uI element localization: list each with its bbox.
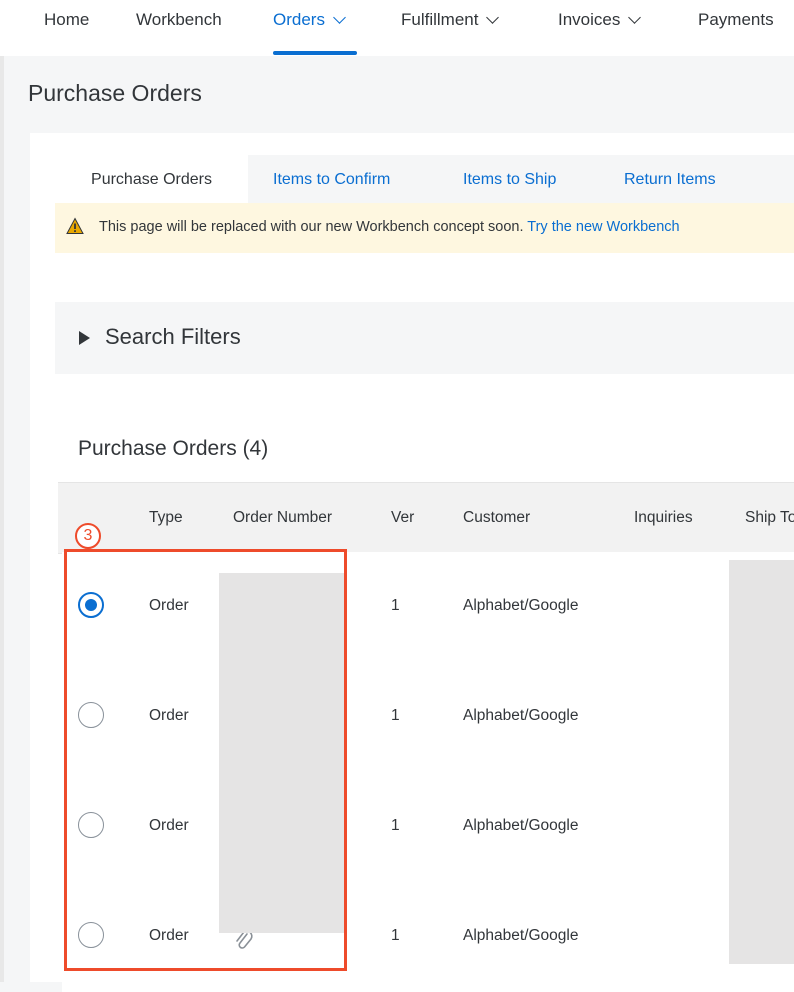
- page-title: Purchase Orders: [28, 80, 202, 106]
- order-version: 1: [391, 707, 400, 724]
- orders-list-title: Purchase Orders (4): [78, 437, 269, 460]
- warning-icon: [66, 217, 84, 234]
- tab-purchase-orders[interactable]: Purchase Orders: [55, 155, 248, 203]
- nav-label: Orders: [273, 10, 325, 29]
- try-new-workbench-link[interactable]: Try the new Workbench: [527, 219, 679, 235]
- nav-label: Workbench: [136, 10, 222, 29]
- order-version: 1: [391, 597, 400, 614]
- nav-item-orders[interactable]: Orders: [273, 10, 346, 30]
- redacted-ship-to: [729, 560, 794, 964]
- column-header-ship-to[interactable]: Ship To: [745, 509, 794, 527]
- order-customer: Alphabet/Google: [463, 927, 579, 944]
- table-header: Type Order Number Ver Customer Inquiries…: [58, 482, 794, 554]
- nav-item-invoices[interactable]: Invoices: [558, 10, 642, 30]
- order-customer: Alphabet/Google: [463, 817, 579, 834]
- tab-items-to-ship[interactable]: Items to Ship: [463, 155, 556, 203]
- top-navigation: Home Workbench Orders Fulfillment Invoic…: [0, 0, 794, 56]
- column-header-ver[interactable]: Ver: [391, 509, 414, 527]
- active-nav-indicator: [273, 51, 357, 55]
- tab-items-to-confirm[interactable]: Items to Confirm: [273, 155, 390, 203]
- chevron-down-icon: [486, 11, 500, 24]
- column-header-inquiries[interactable]: Inquiries: [634, 509, 693, 527]
- nav-label: Home: [44, 10, 90, 29]
- nav-item-workbench[interactable]: Workbench: [136, 10, 222, 30]
- nav-label: Fulfillment: [401, 10, 479, 29]
- chevron-down-icon: [628, 11, 642, 24]
- column-header-order-number[interactable]: Order Number: [233, 509, 332, 527]
- chevron-down-icon: [333, 11, 346, 24]
- order-version: 1: [391, 817, 400, 834]
- annotation-step-badge: 3: [75, 523, 101, 549]
- annotation-highlight-box: [64, 549, 347, 971]
- nav-item-fulfillment[interactable]: Fulfillment: [401, 10, 500, 30]
- order-version: 1: [391, 927, 400, 944]
- order-customer: Alphabet/Google: [463, 707, 579, 724]
- search-filters-toggle[interactable]: Search Filters: [55, 302, 794, 374]
- subtab-bar: Purchase Orders Items to Confirm Items t…: [55, 155, 794, 203]
- column-header-type[interactable]: Type: [149, 509, 183, 527]
- workbench-notice-banner: This page will be replaced with our new …: [55, 203, 794, 253]
- nav-label: Payments: [698, 10, 774, 29]
- banner-message: This page will be replaced with our new …: [99, 219, 524, 235]
- nav-item-home[interactable]: Home: [44, 10, 89, 30]
- nav-label: Invoices: [558, 10, 621, 29]
- left-edge: [0, 56, 4, 982]
- search-filters-label: Search Filters: [105, 324, 241, 349]
- nav-item-payments[interactable]: Payments: [698, 10, 774, 30]
- column-header-customer[interactable]: Customer: [463, 509, 530, 527]
- tab-return-items[interactable]: Return Items: [624, 155, 716, 203]
- triangle-right-icon: [79, 331, 90, 345]
- order-customer: Alphabet/Google: [463, 597, 579, 614]
